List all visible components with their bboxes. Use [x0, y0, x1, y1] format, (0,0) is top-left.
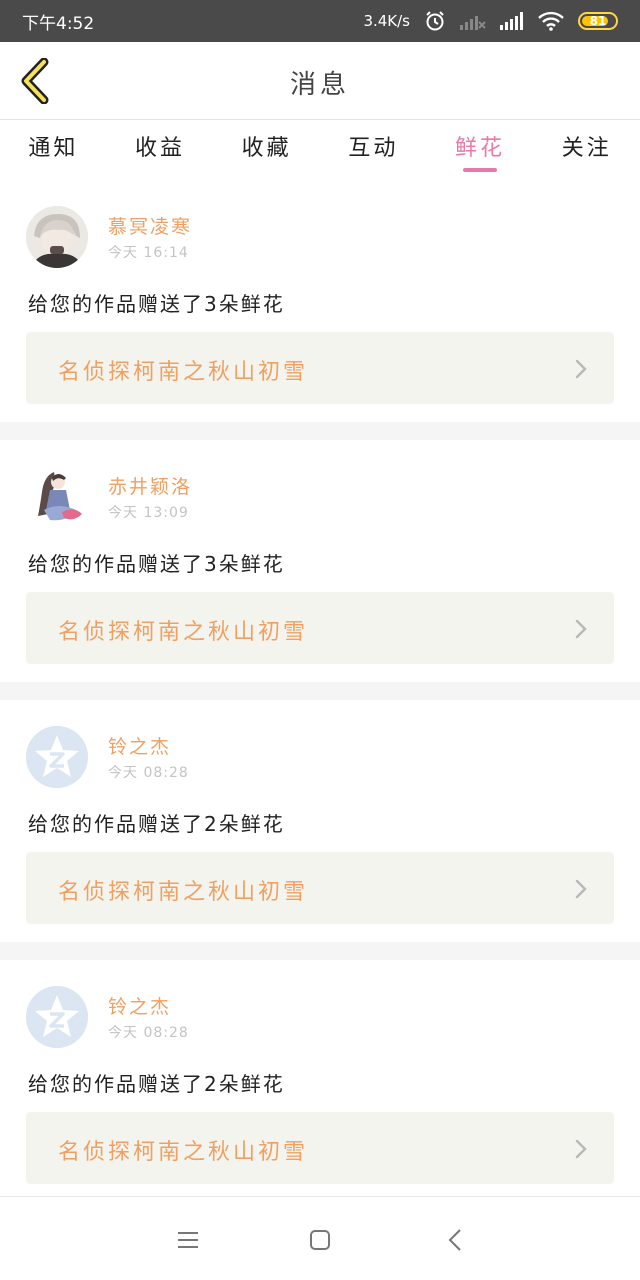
tab-earnings[interactable]: 收益 — [107, 120, 214, 174]
home-button[interactable] — [305, 1225, 335, 1255]
battery-icon: 81 — [578, 12, 618, 30]
system-nav-bar — [0, 1196, 640, 1280]
work-link[interactable]: 名侦探柯南之秋山初雪 — [26, 852, 614, 924]
username[interactable]: 铃之杰 — [108, 732, 171, 759]
status-bar: 下午4:52 3.4K/s 81 — [0, 0, 640, 42]
status-time: 下午4:52 — [22, 13, 95, 34]
message-text: 给您的作品赠送了3朵鲜花 — [28, 552, 285, 576]
tab-bar: 通知 收益 收藏 互动 鲜花 关注 — [0, 120, 640, 174]
menu-button[interactable] — [173, 1225, 203, 1255]
chevron-right-icon — [575, 879, 587, 899]
qq-default-avatar-icon — [26, 726, 88, 788]
work-title: 名侦探柯南之秋山初雪 — [58, 360, 309, 385]
message-text: 给您的作品赠送了2朵鲜花 — [28, 812, 285, 836]
list-item: 慕冥凌寒 今天 16:14 给您的作品赠送了3朵鲜花 名侦探柯南之秋山初雪 — [0, 180, 640, 422]
timestamp: 今天 08:28 — [108, 765, 189, 781]
list-item: 铃之杰 今天 08:28 给您的作品赠送了2朵鲜花 名侦探柯南之秋山初雪 — [0, 960, 640, 1202]
avatar[interactable] — [26, 986, 88, 1048]
tab-interaction[interactable]: 互动 — [320, 120, 427, 174]
timestamp: 今天 16:14 — [108, 245, 189, 261]
divider — [0, 422, 640, 440]
divider — [0, 942, 640, 960]
signal-icon — [500, 12, 524, 30]
work-link[interactable]: 名侦探柯南之秋山初雪 — [26, 1112, 614, 1184]
tab-follow[interactable]: 关注 — [533, 120, 640, 174]
tab-notifications[interactable]: 通知 — [0, 120, 107, 174]
list-item: 铃之杰 今天 08:28 给您的作品赠送了2朵鲜花 名侦探柯南之秋山初雪 — [0, 700, 640, 942]
username[interactable]: 赤井颖洛 — [108, 472, 192, 499]
work-link[interactable]: 名侦探柯南之秋山初雪 — [26, 332, 614, 404]
page-title: 消息 — [289, 70, 350, 100]
message-text: 给您的作品赠送了2朵鲜花 — [28, 1072, 285, 1096]
signal-off-icon — [460, 12, 486, 30]
back-icon — [448, 1229, 461, 1251]
avatar[interactable] — [26, 726, 88, 788]
timestamp: 今天 13:09 — [108, 505, 189, 521]
work-link[interactable]: 名侦探柯南之秋山初雪 — [26, 592, 614, 664]
network-speed: 3.4K/s — [363, 12, 410, 30]
divider — [0, 682, 640, 700]
nav-back-button[interactable] — [440, 1225, 470, 1255]
chevron-right-icon — [575, 619, 587, 639]
tab-flowers[interactable]: 鲜花 — [427, 120, 534, 174]
work-title: 名侦探柯南之秋山初雪 — [58, 620, 309, 645]
username[interactable]: 铃之杰 — [108, 992, 171, 1019]
username[interactable]: 慕冥凌寒 — [108, 212, 192, 239]
list-item: 赤井颖洛 今天 13:09 给您的作品赠送了3朵鲜花 名侦探柯南之秋山初雪 — [0, 440, 640, 682]
home-icon — [310, 1230, 330, 1250]
app-header: 消息 — [0, 42, 640, 120]
timestamp: 今天 08:28 — [108, 1025, 189, 1041]
chevron-right-icon — [575, 359, 587, 379]
avatar[interactable] — [26, 466, 88, 528]
menu-icon — [178, 1232, 198, 1248]
notification-list: 慕冥凌寒 今天 16:14 给您的作品赠送了3朵鲜花 名侦探柯南之秋山初雪 赤井… — [0, 180, 640, 1202]
battery-percent: 81 — [589, 14, 607, 28]
alarm-icon — [424, 10, 446, 32]
qq-default-avatar-icon — [26, 986, 88, 1048]
tab-favorites[interactable]: 收藏 — [213, 120, 320, 174]
wifi-icon — [538, 11, 564, 31]
message-text: 给您的作品赠送了3朵鲜花 — [28, 292, 285, 316]
chevron-right-icon — [575, 1139, 587, 1159]
status-indicators: 3.4K/s 81 — [363, 10, 618, 32]
work-title: 名侦探柯南之秋山初雪 — [58, 880, 309, 905]
work-title: 名侦探柯南之秋山初雪 — [58, 1140, 309, 1165]
avatar[interactable] — [26, 206, 88, 268]
